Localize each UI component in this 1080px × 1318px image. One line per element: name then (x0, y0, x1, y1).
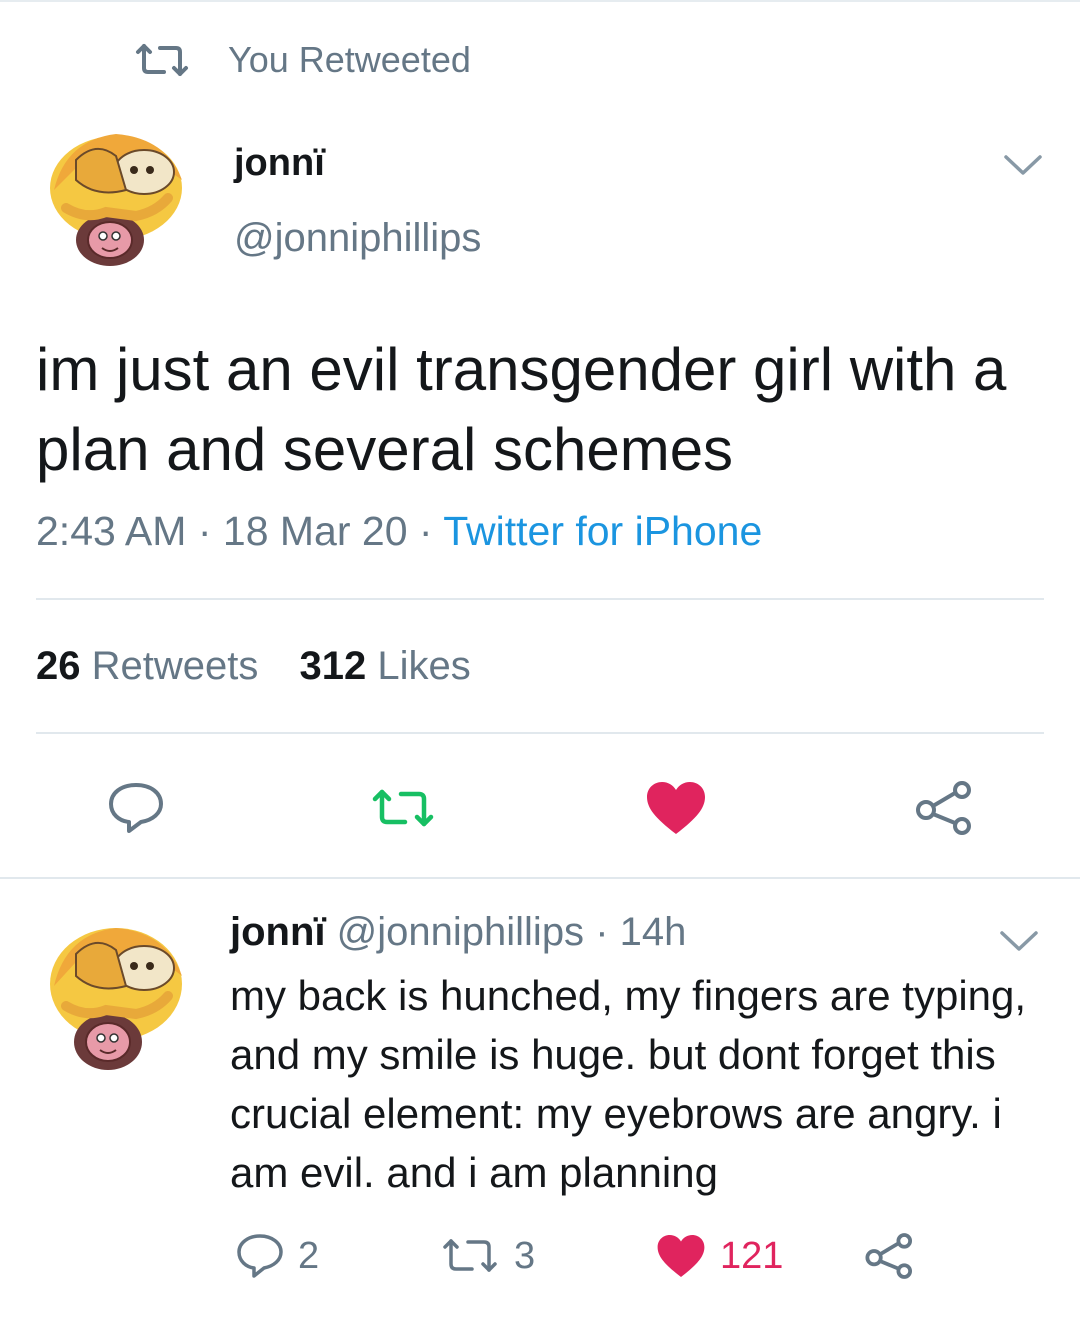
reply-count: 2 (298, 1234, 320, 1277)
tweet-source-link[interactable]: Twitter for iPhone (443, 508, 762, 554)
heart-icon (657, 1235, 705, 1277)
retweet-icon (372, 789, 434, 827)
tweet-time: 2:43 AM (36, 508, 187, 554)
share-button[interactable] (914, 778, 976, 838)
retweet-count-label: Retweets (91, 644, 259, 688)
reply-like-count: 121 (720, 1234, 784, 1277)
chevron-down-icon[interactable] (998, 928, 1040, 954)
reply-button[interactable] (106, 778, 166, 838)
reply-author-handle[interactable]: @jonniphillips (337, 910, 584, 954)
meta-separator: · (197, 508, 212, 554)
retweet-count: 26 (36, 644, 81, 688)
retweet-button[interactable] (368, 778, 438, 838)
reply-tweet-text: my back is hunched, my fingers are typin… (230, 972, 1027, 1196)
reply-button[interactable]: 2 (236, 1230, 319, 1282)
share-button[interactable] (864, 1230, 916, 1282)
meta-separator: · (595, 910, 609, 954)
reply-header: jonnï @jonniphillips · 14h (230, 910, 686, 955)
like-count-label: Likes (377, 644, 471, 688)
retweet-context-label: You Retweeted (228, 39, 471, 80)
reply-author-name[interactable]: jonnï (230, 910, 326, 954)
divider (36, 598, 1044, 600)
share-icon (916, 781, 971, 835)
reply-age[interactable]: 14h (620, 910, 687, 954)
reply-avatar[interactable] (36, 912, 194, 1082)
reply-retweet-count: 3 (514, 1234, 536, 1277)
author-handle[interactable]: @jonniphillips (234, 216, 481, 261)
chevron-down-icon[interactable] (1002, 152, 1044, 178)
avatar[interactable] (36, 120, 196, 280)
like-count: 312 (299, 644, 367, 688)
reply-icon (109, 783, 163, 833)
retweets-stat[interactable]: 26 Retweets (36, 644, 258, 688)
author-name[interactable]: jonnï (234, 142, 325, 185)
tweet-text: im just an evil transgender girl with a … (36, 336, 1007, 483)
retweet-button[interactable]: 3 (440, 1230, 535, 1282)
share-icon (865, 1233, 913, 1279)
top-divider (0, 0, 1080, 2)
like-button[interactable]: 121 (656, 1230, 783, 1282)
like-button[interactable] (644, 778, 708, 838)
engagement-stats: 26 Retweets 312 Likes (36, 644, 471, 689)
retweet-icon (443, 1239, 497, 1272)
reply-icon (237, 1234, 283, 1278)
tweet-metadata: 2:43 AM · 18 Mar 20 · Twitter for iPhone (36, 508, 762, 555)
tweet-date: 18 Mar 20 (222, 508, 408, 554)
heart-icon (647, 782, 705, 834)
retweet-context: You Retweeted (132, 38, 471, 82)
meta-separator: · (418, 508, 433, 554)
likes-stat[interactable]: 312 Likes (300, 644, 471, 688)
retweet-context-icon (132, 38, 192, 82)
section-divider (0, 877, 1080, 879)
divider (36, 732, 1044, 734)
